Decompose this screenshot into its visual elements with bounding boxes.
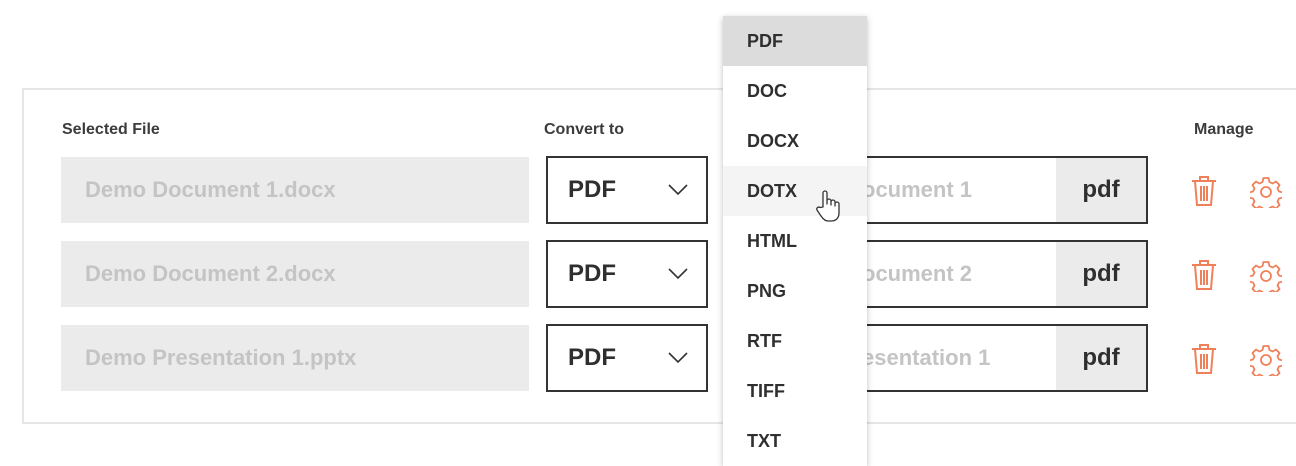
- output-name-input[interactable]: ocument 2: [862, 242, 1056, 306]
- output-name-input[interactable]: ocument 1: [862, 158, 1056, 222]
- settings-button[interactable]: [1248, 260, 1284, 297]
- chevron-down-icon: [668, 268, 688, 280]
- delete-button[interactable]: [1190, 259, 1218, 291]
- trash-icon: [1192, 344, 1216, 374]
- trash-icon: [1192, 260, 1216, 290]
- convert-format-select[interactable]: PDF: [546, 156, 708, 224]
- output-extension: pdf: [1056, 158, 1146, 222]
- gear-icon: [1248, 261, 1284, 297]
- chevron-down-icon: [668, 352, 688, 364]
- selected-file-name: Demo Presentation 1.pptx: [61, 325, 529, 391]
- format-option-doc[interactable]: DOC: [723, 66, 867, 116]
- gear-icon: [1248, 345, 1284, 381]
- chevron-down-icon: [668, 184, 688, 196]
- convert-format-select[interactable]: PDF: [546, 324, 708, 392]
- settings-button[interactable]: [1248, 344, 1284, 381]
- trash-icon: [1192, 176, 1216, 206]
- gear-icon: [1248, 177, 1284, 213]
- settings-button[interactable]: [1248, 176, 1284, 213]
- format-dropdown-menu: PDF DOC DOCX DOTX HTML PNG RTF TIFF TXT: [723, 16, 867, 466]
- delete-button[interactable]: [1190, 343, 1218, 375]
- output-field: esentation 1 pdf: [862, 324, 1148, 392]
- output-field: ocument 1 pdf: [862, 156, 1148, 224]
- format-value: PDF: [568, 260, 616, 287]
- selected-file-name: Demo Document 1.docx: [61, 157, 529, 223]
- format-option-html[interactable]: HTML: [723, 216, 867, 266]
- format-option-pdf[interactable]: PDF: [723, 16, 867, 66]
- format-value: PDF: [568, 344, 616, 371]
- format-option-png[interactable]: PNG: [723, 266, 867, 316]
- hand-cursor-icon: [816, 190, 840, 222]
- header-manage: Manage: [1194, 121, 1254, 138]
- output-name-input[interactable]: esentation 1: [862, 326, 1056, 390]
- output-field: ocument 2 pdf: [862, 240, 1148, 308]
- header-convert-to: Convert to: [544, 121, 624, 138]
- format-option-txt[interactable]: TXT: [723, 416, 867, 466]
- format-option-tiff[interactable]: TIFF: [723, 366, 867, 416]
- output-extension: pdf: [1056, 242, 1146, 306]
- output-extension: pdf: [1056, 326, 1146, 390]
- selected-file-name: Demo Document 2.docx: [61, 241, 529, 307]
- format-option-rtf[interactable]: RTF: [723, 316, 867, 366]
- format-option-docx[interactable]: DOCX: [723, 116, 867, 166]
- convert-format-select[interactable]: PDF: [546, 240, 708, 308]
- delete-button[interactable]: [1190, 175, 1218, 207]
- header-selected-file: Selected File: [62, 121, 160, 138]
- format-value: PDF: [568, 176, 616, 203]
- format-option-dotx[interactable]: DOTX: [723, 166, 867, 216]
